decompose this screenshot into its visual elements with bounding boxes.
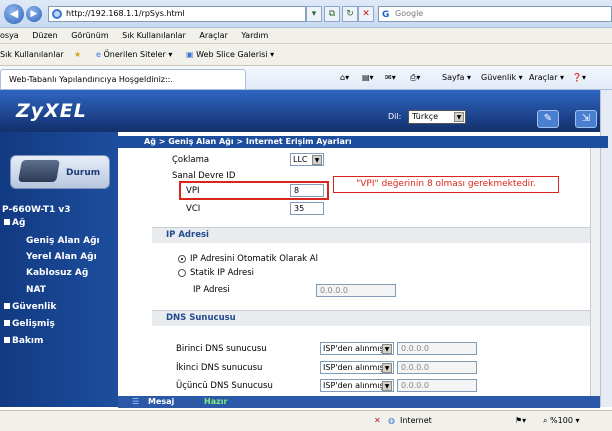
logout-icon[interactable]: ⇲	[575, 110, 597, 128]
dns2-label: İkinci DNS sunucusu	[176, 363, 263, 373]
breadcrumb: Ağ > Geniş Alan Ağı > Internet Erişim Ay…	[118, 136, 608, 148]
expand-icon	[4, 320, 10, 326]
compat-view-icon[interactable]: ⧉	[324, 6, 340, 22]
print-icon[interactable]: ⎙▾	[410, 66, 420, 90]
expand-icon	[4, 337, 10, 343]
home-icon[interactable]: ⌂▾	[340, 66, 349, 90]
message-icon: ☰	[132, 397, 140, 406]
menu-bar: osya Düzen Görünüm Sık Kullanılanlar Ara…	[0, 28, 612, 44]
dns-section-title: DNS Sunucusu	[152, 310, 590, 326]
coklama-select[interactable]: LLC ▼	[290, 153, 324, 166]
dns1-input[interactable]: 0.0.0.0	[397, 342, 477, 355]
chevron-down-icon: ▼	[382, 344, 392, 354]
ie-icon: e	[96, 50, 101, 59]
sidebar-item-lan[interactable]: Yerel Alan Ağı	[26, 252, 97, 262]
google-icon: G	[382, 10, 390, 20]
zoom-icon: ⌕	[543, 416, 548, 425]
security-menu[interactable]: Güvenlik ▾	[481, 66, 523, 90]
message-label: Mesaj	[148, 397, 175, 406]
ip-auto-radio[interactable]	[178, 255, 186, 263]
page-menu[interactable]: Sayfa ▾	[442, 66, 471, 90]
protected-mode-icon[interactable]: ⚑▾	[515, 411, 526, 431]
vpi-label: VPI	[186, 186, 200, 196]
router-status-bar: ☰ Mesaj Hazır	[118, 396, 600, 408]
webslice-gallery-link[interactable]: ▣ Web Slice Galerisi ▾	[186, 44, 274, 66]
mail-icon[interactable]: ✉▾	[385, 66, 396, 90]
sidebar-item-wan[interactable]: Geniş Alan Ağı	[26, 236, 100, 246]
vci-input[interactable]: 35	[290, 202, 324, 215]
search-input[interactable]: G Google	[378, 6, 612, 22]
vpi-note: "VPI" değerinin 8 olması gerekmektedir.	[333, 176, 559, 193]
durum-label: Durum	[66, 168, 101, 178]
vci-label: VCI	[186, 204, 201, 214]
add-favorite-icon[interactable]: ★	[74, 44, 81, 66]
zone-label: Internet	[400, 416, 432, 425]
coklama-label: Çoklama	[172, 155, 210, 165]
tab-title: Web-Tabanlı Yapılandırıcıya Hoşgeldiniz:…	[9, 75, 173, 84]
webslice-icon: ▣	[186, 50, 194, 59]
sanal-devre-label: Sanal Devre ID	[172, 171, 236, 181]
favorites-bar: Sık Kullanılanlar ★ e Önerilen Siteler ▾…	[0, 44, 612, 66]
dns3-select[interactable]: ISP'den alınmış ▼	[320, 379, 394, 392]
menu-help[interactable]: Yardım	[241, 31, 268, 40]
browser-tab[interactable]: Web-Tabanlı Yapılandırıcıya Hoşgeldiniz:…	[0, 69, 246, 89]
sidebar-item-bakim[interactable]: Bakım	[4, 336, 43, 346]
security-icon: ✕	[374, 416, 381, 425]
dns1-select[interactable]: ISP'den alınmış ▼	[320, 342, 394, 355]
ip-static-label: Statik IP Adresi	[190, 268, 254, 278]
dns3-label: Üçüncü DNS Sunucusu	[176, 381, 273, 391]
url-input[interactable]: http://192.168.1.1/rpSys.html	[48, 6, 306, 22]
dns2-select[interactable]: ISP'den alınmış ▼	[320, 361, 394, 374]
favorites-button[interactable]: Sık Kullanılanlar	[0, 44, 64, 66]
chevron-down-icon: ▼	[382, 363, 392, 373]
refresh-icon[interactable]: ↻	[342, 6, 358, 22]
help-icon[interactable]: ❓▾	[572, 66, 586, 90]
content-scrollbar[interactable]	[590, 148, 600, 396]
chevron-down-icon: ▼	[382, 381, 392, 391]
feeds-icon[interactable]: ▤▾	[362, 66, 374, 90]
ip-auto-label: IP Adresini Otomatik Olarak Al	[190, 254, 318, 264]
vpi-input[interactable]: 8	[290, 184, 324, 197]
collapse-icon	[4, 219, 10, 225]
ip-section-title: IP Adresi	[152, 227, 590, 243]
menu-file[interactable]: osya	[0, 31, 19, 40]
sidebar-item-nat[interactable]: NAT	[26, 285, 46, 295]
suggested-sites-link[interactable]: e Önerilen Siteler ▾	[96, 44, 172, 66]
ip-address-input[interactable]: 0.0.0.0	[316, 284, 396, 297]
globe-icon: ◍	[388, 416, 395, 425]
language-label: Dil:	[388, 112, 402, 121]
model-name: P-660W-T1 v3	[2, 205, 71, 215]
chevron-down-icon: ▼	[454, 112, 464, 122]
ip-address-label: IP Adresi	[193, 285, 230, 295]
url-dropdown-icon[interactable]: ▾	[306, 6, 322, 22]
forward-icon[interactable]: ▶	[26, 6, 42, 22]
back-icon[interactable]: ◀	[4, 4, 24, 24]
router-header	[0, 90, 612, 132]
browser-status-bar: ✕ ◍ Internet ⚑▾ ⌕ %100 ▾	[0, 410, 612, 431]
chevron-down-icon: ▼	[312, 155, 322, 165]
dns3-input[interactable]: 0.0.0.0	[397, 379, 477, 392]
menu-view[interactable]: Görünüm	[71, 31, 108, 40]
router-icon	[18, 160, 60, 182]
sidebar-item-gelismis[interactable]: Gelişmiş	[4, 319, 55, 329]
zoom-menu[interactable]: ⌕ %100 ▾	[543, 411, 579, 431]
language-select[interactable]: Türkçe ▼	[408, 110, 466, 124]
expand-icon	[4, 303, 10, 309]
ip-static-radio[interactable]	[178, 269, 186, 277]
tab-bar: Web-Tabanlı Yapılandırıcıya Hoşgeldiniz:…	[0, 66, 612, 90]
sidebar-item-wireless[interactable]: Kablosuz Ağ	[26, 268, 88, 278]
zyxel-logo: ZyXEL	[16, 100, 87, 122]
ready-status: Hazır	[204, 397, 228, 406]
wizard-icon[interactable]: ✎	[537, 110, 559, 128]
sidebar-item-ag[interactable]: Ağ	[4, 218, 25, 228]
dns2-input[interactable]: 0.0.0.0	[397, 361, 477, 374]
menu-favorites[interactable]: Sık Kullanılanlar	[122, 31, 186, 40]
stop-icon[interactable]: ✕	[358, 6, 374, 22]
menu-edit[interactable]: Düzen	[32, 31, 57, 40]
ie-page-icon	[52, 9, 62, 19]
sidebar-item-guvenlik[interactable]: Güvenlik	[4, 302, 56, 312]
menu-tools[interactable]: Araçlar	[199, 31, 227, 40]
dns1-label: Birinci DNS sunucusu	[176, 344, 267, 354]
tools-menu[interactable]: Araçlar ▾	[529, 66, 564, 90]
